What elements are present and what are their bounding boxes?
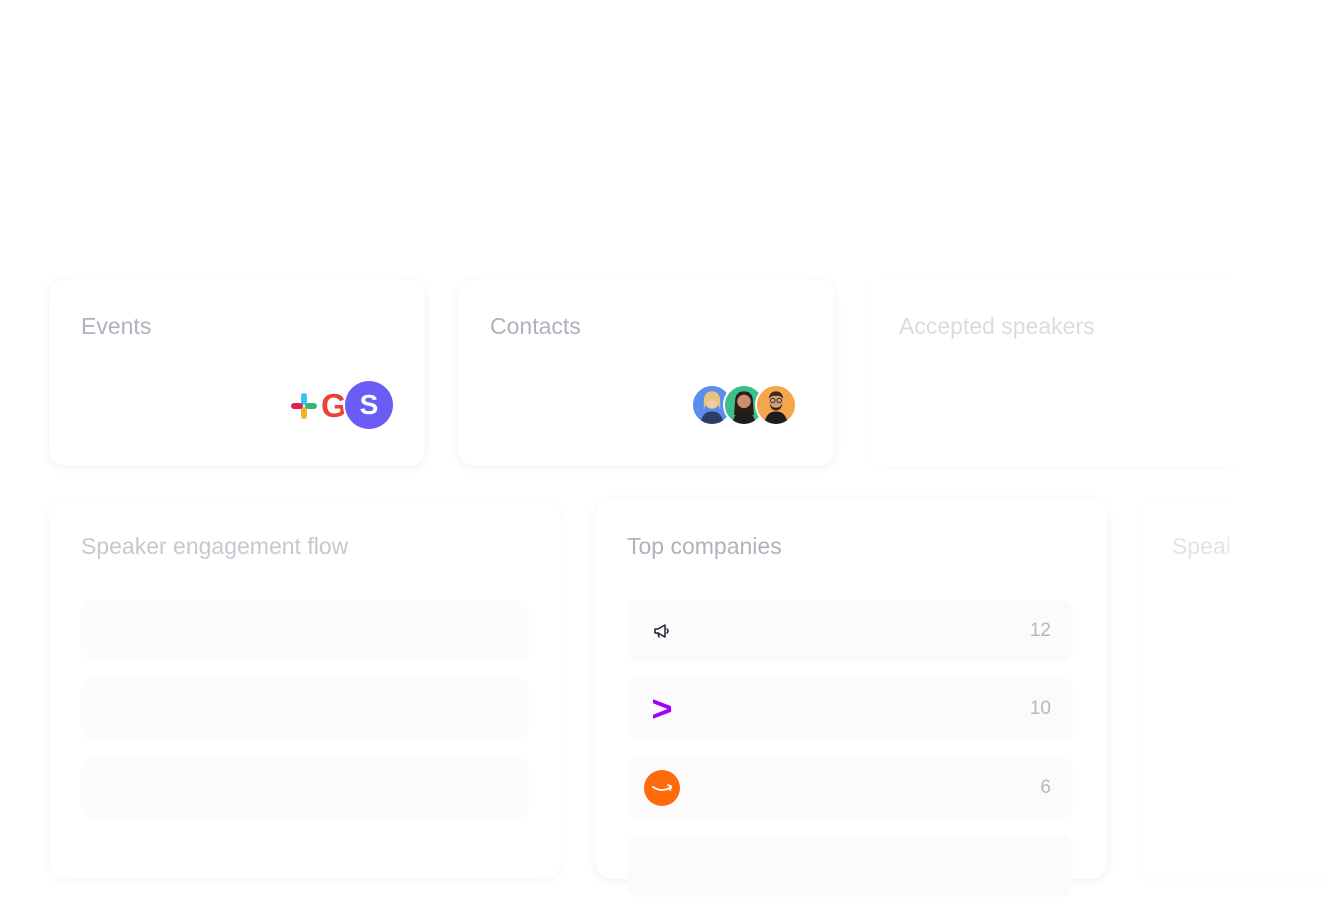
- contacts-card[interactable]: Contacts: [458, 279, 834, 466]
- integrations-logos: G S: [289, 381, 393, 429]
- megaphone-icon: [643, 612, 681, 650]
- google-icon: G: [321, 387, 347, 424]
- speaker-engagement-flow-card[interactable]: Speaker engagement flow: [49, 499, 561, 879]
- events-card[interactable]: Events G S: [49, 279, 425, 466]
- events-card-title: Events: [81, 313, 152, 339]
- brand-s-logo: S: [345, 381, 393, 429]
- flow-row: [81, 600, 529, 662]
- company-row[interactable]: [627, 835, 1073, 897]
- company-count: 6: [1040, 777, 1051, 798]
- accenture-chevron-icon: >: [651, 688, 673, 729]
- flow-row: [81, 678, 529, 740]
- flow-row: [81, 757, 529, 819]
- company-count: 12: [1029, 620, 1051, 641]
- company-count: 10: [1029, 698, 1051, 719]
- amazon-logo: [643, 769, 681, 807]
- top-companies-title: Top companies: [627, 533, 782, 559]
- avatar: [755, 384, 797, 426]
- slack-icon: [291, 393, 317, 419]
- accepted-speakers-card-title: Accepted speakers: [899, 313, 1095, 339]
- company-row[interactable]: 12: [627, 600, 1073, 662]
- accepted-speakers-card[interactable]: Accepted speakers: [867, 279, 1287, 466]
- speakers-card[interactable]: Speal: [1140, 499, 1328, 879]
- contacts-card-title: Contacts: [490, 313, 581, 339]
- contacts-avatar-stack: [691, 384, 803, 430]
- company-row[interactable]: 6: [627, 757, 1073, 819]
- amazon-smile-icon: [644, 770, 680, 806]
- speakers-card-title: Speal: [1172, 533, 1231, 559]
- speaker-engagement-flow-title: Speaker engagement flow: [81, 533, 349, 559]
- top-companies-card[interactable]: Top companies 12 > 10 6: [595, 499, 1107, 897]
- company-row[interactable]: > 10: [627, 678, 1073, 740]
- accenture-logo: >: [643, 690, 681, 728]
